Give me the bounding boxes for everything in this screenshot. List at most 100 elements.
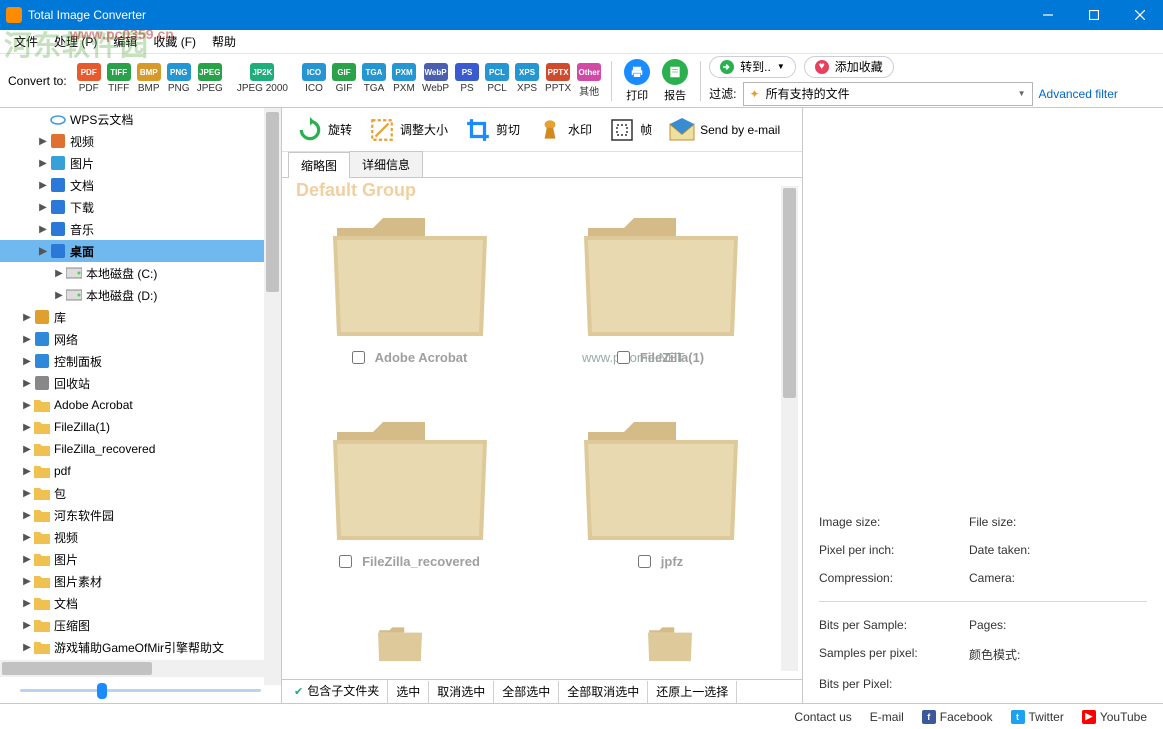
- expand-arrow[interactable]: ▶: [52, 268, 66, 279]
- tree-item[interactable]: ▶控制面板: [0, 350, 281, 372]
- selection-option[interactable]: 包含子文件夹: [286, 680, 388, 703]
- expand-arrow[interactable]: ▶: [36, 158, 50, 169]
- rotate-button[interactable]: 旋转: [292, 114, 356, 146]
- tree-item[interactable]: ▶图片: [0, 152, 281, 174]
- tree-item[interactable]: ▶Adobe Acrobat: [0, 394, 281, 416]
- filter-select[interactable]: ✦ 所有支持的文件 ▼: [743, 82, 1033, 106]
- tree-item[interactable]: ▶包: [0, 482, 281, 504]
- expand-arrow[interactable]: ▶: [20, 554, 34, 565]
- format-bmp[interactable]: BMPBMP: [135, 63, 163, 98]
- expand-arrow[interactable]: ▶: [20, 378, 34, 389]
- format-gif[interactable]: GIFGIF: [330, 63, 358, 98]
- expand-arrow[interactable]: ▶: [20, 422, 34, 433]
- tree-item[interactable]: ▶FileZilla(1): [0, 416, 281, 438]
- format-xps[interactable]: XPSXPS: [513, 63, 541, 98]
- tree-item[interactable]: ▶库: [0, 306, 281, 328]
- tree-item[interactable]: ▶FileZilla_recovered: [0, 438, 281, 460]
- format-jpeg[interactable]: JPEGJPEG: [195, 63, 225, 98]
- menu-process[interactable]: 处理 (P): [46, 31, 105, 52]
- close-button[interactable]: [1117, 0, 1163, 30]
- menu-edit[interactable]: 编辑: [105, 31, 145, 52]
- tree-item[interactable]: ▶视频: [0, 526, 281, 548]
- selection-option[interactable]: 全部取消选中: [559, 681, 648, 703]
- expand-arrow[interactable]: ▶: [20, 312, 34, 323]
- expand-arrow[interactable]: ▶: [36, 136, 50, 147]
- item-checkbox[interactable]: [617, 351, 630, 364]
- goto-button[interactable]: 转到.. ▼: [709, 56, 796, 78]
- item-checkbox[interactable]: [339, 555, 352, 568]
- format-webp[interactable]: WebPWebP: [420, 63, 451, 98]
- frame-button[interactable]: 帧: [604, 114, 656, 146]
- tree-item[interactable]: ▶下载: [0, 196, 281, 218]
- tree-item[interactable]: ▶视频: [0, 130, 281, 152]
- expand-arrow[interactable]: ▶: [36, 246, 50, 257]
- tree-item[interactable]: ▶图片素材: [0, 570, 281, 592]
- folder-tree[interactable]: WPS云文档▶视频▶图片▶文档▶下载▶音乐▶桌面▶本地磁盘 (C:)▶本地磁盘 …: [0, 108, 281, 660]
- tree-item[interactable]: ▶河东软件园: [0, 504, 281, 526]
- expand-arrow[interactable]: ▶: [52, 290, 66, 301]
- crop-button[interactable]: 剪切: [460, 114, 524, 146]
- selection-option[interactable]: 选中: [388, 681, 429, 703]
- expand-arrow[interactable]: ▶: [36, 224, 50, 235]
- email-button[interactable]: Send by e-mail: [664, 114, 784, 146]
- format-其他[interactable]: Other其他: [575, 63, 603, 98]
- expand-arrow[interactable]: ▶: [36, 180, 50, 191]
- tree-item[interactable]: ▶pdf: [0, 460, 281, 482]
- slider-thumb[interactable]: [97, 683, 107, 699]
- expand-arrow[interactable]: ▶: [20, 488, 34, 499]
- tree-item[interactable]: ▶文档: [0, 592, 281, 614]
- thumbnail-item[interactable]: FileZilla_recovered: [294, 410, 525, 610]
- advanced-filter-link[interactable]: Advanced filter: [1039, 87, 1118, 101]
- tree-item[interactable]: ▶本地磁盘 (C:): [0, 262, 281, 284]
- resize-button[interactable]: 调整大小: [364, 114, 452, 146]
- print-button[interactable]: 打印: [620, 59, 654, 103]
- tree-scrollbar-vertical[interactable]: [264, 108, 281, 685]
- format-pptx[interactable]: PPTXPPTX: [543, 63, 573, 98]
- format-pdf[interactable]: PDFPDF: [75, 63, 103, 98]
- thumbnail-item[interactable]: Adobe Acrobat: [294, 206, 525, 406]
- expand-arrow[interactable]: ▶: [20, 466, 34, 477]
- thumbnail-item[interactable]: FileZilla(1): [545, 206, 776, 406]
- expand-arrow[interactable]: ▶: [20, 444, 34, 455]
- tab-details[interactable]: 详细信息: [349, 151, 423, 177]
- tree-item[interactable]: ▶音乐: [0, 218, 281, 240]
- format-jpeg2000[interactable]: JP2KJPEG 2000: [235, 63, 290, 98]
- tree-item[interactable]: ▶压缩图: [0, 614, 281, 636]
- format-pcl[interactable]: PCLPCL: [483, 63, 511, 98]
- expand-arrow[interactable]: ▶: [20, 532, 34, 543]
- minimize-button[interactable]: [1025, 0, 1071, 30]
- contact-link[interactable]: Contact us: [794, 710, 851, 724]
- selection-option[interactable]: 取消选中: [429, 681, 494, 703]
- email-link[interactable]: E-mail: [870, 710, 904, 724]
- tree-item[interactable]: ▶网络: [0, 328, 281, 350]
- tree-item[interactable]: ▶图片: [0, 548, 281, 570]
- menu-favorites[interactable]: 收藏 (F): [145, 31, 204, 52]
- tree-item[interactable]: ▶桌面: [0, 240, 281, 262]
- expand-arrow[interactable]: ▶: [20, 510, 34, 521]
- expand-arrow[interactable]: ▶: [36, 202, 50, 213]
- watermark-button[interactable]: 水印: [532, 114, 596, 146]
- selection-option[interactable]: 还原上一选择: [648, 681, 737, 703]
- selection-option[interactable]: 全部选中: [494, 681, 559, 703]
- format-tiff[interactable]: TIFFTIFF: [105, 63, 133, 98]
- item-checkbox[interactable]: [638, 555, 651, 568]
- facebook-link[interactable]: fFacebook: [922, 710, 993, 724]
- tree-item[interactable]: ▶本地磁盘 (D:): [0, 284, 281, 306]
- zoom-slider[interactable]: [0, 677, 281, 703]
- expand-arrow[interactable]: ▶: [20, 620, 34, 631]
- add-favorite-button[interactable]: ♥ 添加收藏: [804, 56, 894, 78]
- thumbnail-item[interactable]: jpfz: [545, 410, 776, 610]
- expand-arrow[interactable]: ▶: [20, 642, 34, 653]
- tab-thumbnails[interactable]: 缩略图: [288, 152, 350, 178]
- maximize-button[interactable]: [1071, 0, 1117, 30]
- menu-file[interactable]: 文件: [6, 31, 46, 52]
- tree-item[interactable]: ▶回收站: [0, 372, 281, 394]
- format-ico[interactable]: ICOICO: [300, 63, 328, 98]
- twitter-link[interactable]: tTwitter: [1011, 710, 1064, 724]
- format-png[interactable]: PNGPNG: [165, 63, 193, 98]
- expand-arrow[interactable]: ▶: [20, 356, 34, 367]
- thumbnail-scrollbar[interactable]: [781, 186, 798, 671]
- expand-arrow[interactable]: ▶: [20, 598, 34, 609]
- expand-arrow[interactable]: ▶: [20, 576, 34, 587]
- tree-item[interactable]: WPS云文档: [0, 108, 281, 130]
